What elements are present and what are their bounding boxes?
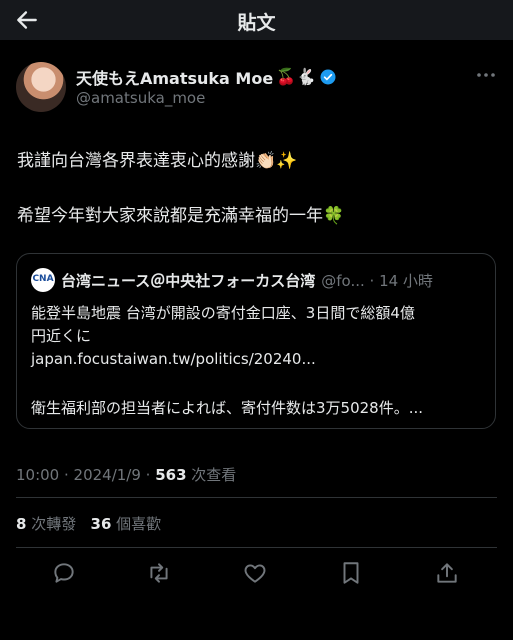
quoted-tweet[interactable]: CNA 台湾ニュース＠中央社フォーカス台湾 @fo... · 14 小時 能登半… bbox=[16, 253, 496, 429]
cna-logo-text: CNA bbox=[32, 274, 54, 284]
retweets-stat[interactable]: 8 次轉發 bbox=[16, 515, 76, 533]
author-name-row: 天使もえAmatsuka Moe 🍒🐇 bbox=[76, 65, 337, 89]
likes-label: 個喜歡 bbox=[111, 515, 162, 533]
bookmark-icon bbox=[343, 562, 359, 584]
share-button[interactable] bbox=[434, 560, 460, 586]
author-name-emojis: 🍒🐇 bbox=[276, 67, 317, 86]
quoted-text-line-4: 衛生福利部の担当者によれば、寄付件数は3万5028件。... bbox=[31, 399, 424, 417]
views-count: 563 bbox=[155, 466, 187, 484]
retweet-button[interactable] bbox=[146, 560, 172, 586]
action-bar bbox=[0, 560, 513, 590]
quoted-tweet-header: CNA 台湾ニュース＠中央社フォーカス台湾 @fo... · 14 小時 bbox=[31, 268, 433, 292]
quoted-link[interactable]: japan.focustaiwan.tw/politics/20240... bbox=[31, 350, 316, 368]
share-icon bbox=[437, 563, 457, 583]
retweets-count: 8 bbox=[16, 515, 27, 533]
reply-button[interactable] bbox=[51, 560, 77, 586]
page-title: 貼文 bbox=[237, 12, 276, 34]
quoted-text-line-2: 円近くに bbox=[31, 327, 92, 345]
like-button[interactable] bbox=[242, 560, 268, 586]
quoted-author-name: 台湾ニュース＠中央社フォーカス台湾 bbox=[61, 271, 316, 290]
quoted-text-line-1: 能登半島地震 台湾が開設の寄付金口座、3日間で総額4億 bbox=[31, 304, 415, 322]
like-icon bbox=[244, 564, 266, 583]
tweet-timestamp[interactable]: 10:00 · 2024/1/9 · bbox=[16, 466, 155, 484]
divider bbox=[16, 547, 497, 548]
more-options-icon[interactable] bbox=[475, 68, 497, 82]
cna-logo: CNA bbox=[31, 268, 55, 292]
likes-stat[interactable]: 36 個喜歡 bbox=[91, 515, 162, 533]
top-bar: 貼文 bbox=[0, 0, 513, 40]
tweet-meta: 10:00 · 2024/1/9 · 563 次查看 bbox=[16, 464, 236, 485]
author-name[interactable]: 天使もえAmatsuka Moe bbox=[76, 65, 273, 89]
verified-badge-icon bbox=[320, 69, 336, 85]
reply-icon bbox=[54, 563, 74, 583]
bookmark-button[interactable] bbox=[338, 560, 364, 586]
author-handle[interactable]: @amatsuka_moe bbox=[76, 89, 205, 107]
likes-count: 36 bbox=[90, 515, 112, 533]
tweet-stats: 8 次轉發 36 個喜歡 bbox=[16, 513, 161, 534]
divider bbox=[16, 497, 497, 498]
tweet-text-line-1: 我謹向台灣各界表達衷心的感謝👏🏻✨ bbox=[17, 151, 298, 171]
quoted-handle-time: @fo... · 14 小時 bbox=[321, 271, 433, 290]
views-label: 次查看 bbox=[186, 466, 237, 484]
retweets-label: 次轉發 bbox=[26, 515, 77, 533]
avatar[interactable] bbox=[16, 62, 66, 112]
tweet-text-line-2: 希望今年對大家來說都是充滿幸福的一年🍀 bbox=[17, 206, 345, 226]
retweet-icon bbox=[150, 563, 168, 583]
